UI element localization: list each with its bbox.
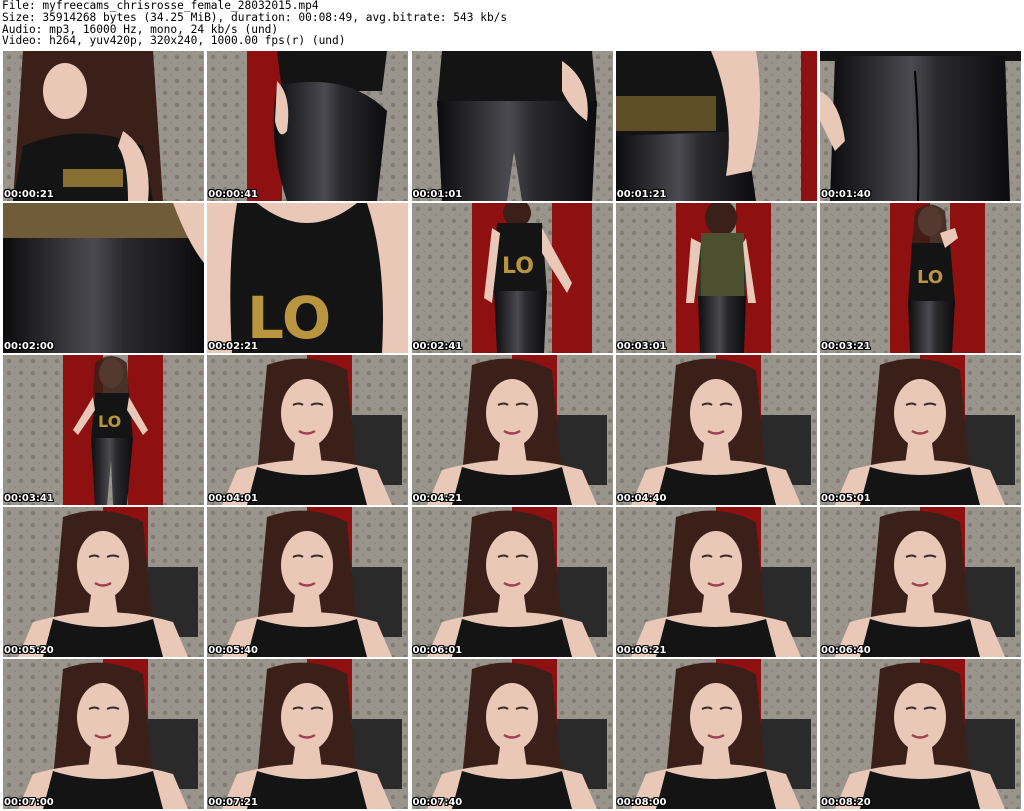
video-thumbnail: 00:07:21	[207, 659, 409, 809]
video-thumbnail: 00:04:40	[615, 355, 817, 505]
file-name-line: File: myfreecams_chrisrosse_female_28032…	[2, 0, 319, 12]
video-thumbnail: 00:08:00	[615, 659, 817, 809]
video-thumbnail: 00:02:00	[3, 203, 204, 353]
thumbnail-timestamp: 00:00:21	[4, 189, 54, 200]
thumbnail-timestamp: 00:05:01	[821, 493, 871, 504]
thumbnail-timestamp: 00:00:41	[208, 189, 258, 200]
thumbnail-timestamp: 00:03:41	[4, 493, 54, 504]
video-thumbnail: 00:04:21	[411, 355, 613, 505]
thumbnail-timestamp: 00:02:00	[4, 341, 54, 352]
thumbnail-timestamp: 00:01:40	[821, 189, 871, 200]
thumbnail-timestamp: 00:06:01	[412, 645, 463, 656]
thumbnail-timestamp: 00:03:21	[821, 341, 871, 352]
video-thumbnail: 00:01:01	[411, 51, 613, 201]
thumbnail-timestamp: 00:06:21	[616, 645, 667, 656]
thumbnail-timestamp: 00:01:01	[412, 189, 463, 200]
thumbnail-timestamp: 00:02:41	[412, 341, 463, 352]
video-thumbnail: 00:00:21	[3, 51, 204, 201]
thumbnail-timestamp: 00:05:20	[4, 645, 54, 656]
thumbnail-timestamp: 00:07:21	[208, 797, 258, 808]
thumbnail-grid: 00:00:21 00:00:41 00:01:01 00:01:21 00:0…	[3, 51, 1021, 809]
video-thumbnail: 00:05:01	[820, 355, 1021, 505]
audio-info-line: Audio: mp3, 16000 Hz, mono, 24 kb/s (und…	[2, 23, 279, 36]
svg-text:LO: LO	[247, 284, 331, 352]
video-thumbnail: 00:01:21	[615, 51, 817, 201]
video-thumbnail: 00:07:40	[411, 659, 613, 809]
thumbnail-timestamp: 00:03:01	[616, 341, 667, 352]
thumbnail-timestamp: 00:04:40	[616, 493, 667, 504]
thumbnail-timestamp: 00:07:00	[4, 797, 54, 808]
video-thumbnail: 00:08:20	[820, 659, 1021, 809]
video-thumbnail: 00:05:20	[3, 507, 204, 657]
thumbnail-timestamp: 00:04:21	[412, 493, 463, 504]
video-thumbnail: 00:05:40	[207, 507, 409, 657]
thumbnail-timestamp: 00:04:01	[208, 493, 258, 504]
video-thumbnail: 00:03:01	[615, 203, 817, 353]
video-thumbnail: 00:00:41	[207, 51, 409, 201]
file-info-header: File: myfreecams_chrisrosse_female_28032…	[2, 0, 1022, 48]
thumbnail-timestamp: 00:06:40	[821, 645, 871, 656]
svg-text:LO: LO	[502, 254, 534, 279]
svg-text:LO: LO	[98, 412, 121, 431]
video-thumbnail: LO 00:02:21	[207, 203, 409, 353]
video-thumbnail: 00:06:01	[411, 507, 613, 657]
video-info-line: Video: h264, yuv420p, 320x240, 1000.00 f…	[2, 35, 346, 48]
thumbnail-timestamp: 00:08:20	[821, 797, 871, 808]
video-thumbnail: 00:06:21	[615, 507, 817, 657]
video-thumbnail: 00:04:01	[207, 355, 409, 505]
video-thumbnail: 00:01:40	[820, 51, 1021, 201]
svg-text:LO: LO	[917, 267, 943, 288]
video-thumbnail: LO 00:03:41	[3, 355, 204, 505]
video-thumbnail: 00:06:40	[820, 507, 1021, 657]
thumbnail-timestamp: 00:05:40	[208, 645, 258, 656]
thumbnail-timestamp: 00:08:00	[616, 797, 667, 808]
video-thumbnail: LO 00:02:41	[411, 203, 613, 353]
thumbnail-timestamp: 00:02:21	[208, 341, 258, 352]
video-thumbnail: 00:07:00	[3, 659, 204, 809]
thumbnail-timestamp: 00:07:40	[412, 797, 463, 808]
video-thumbnail: LO 00:03:21	[820, 203, 1021, 353]
thumbnail-timestamp: 00:01:21	[616, 189, 667, 200]
file-size-line: Size: 35914268 bytes (34.25 MiB), durati…	[2, 11, 508, 24]
